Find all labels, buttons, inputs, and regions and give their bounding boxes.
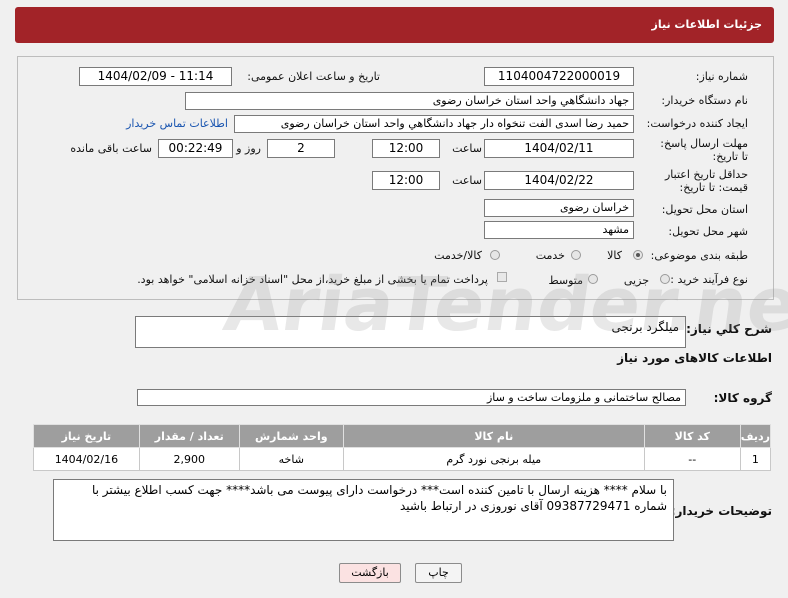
reply-date-field: 1404/02/11 bbox=[484, 139, 634, 158]
cell-qty: 2,900 bbox=[138, 447, 240, 471]
category-option-both: کالا/خدمت bbox=[434, 249, 482, 262]
announce-field: 1404/02/09 - 11:14 bbox=[79, 67, 232, 86]
cell-unit: شاخه bbox=[238, 447, 344, 471]
contact-info-link[interactable]: اطلاعات تماس خریدار bbox=[126, 117, 228, 130]
remaining-time-field: 00:22:49 bbox=[158, 139, 233, 158]
announce-label: تاریخ و ساعت اعلان عمومی: bbox=[247, 70, 380, 83]
goods-table: ردیف کد کالا نام کالا واحد شمارش تعداد /… bbox=[33, 424, 772, 471]
reply-time-field: 12:00 bbox=[372, 139, 440, 158]
col-code: کد کالا bbox=[643, 424, 741, 448]
category-radio-service[interactable] bbox=[571, 250, 581, 260]
need-number-field: 1104004722000019 bbox=[484, 67, 634, 86]
process-option-medium: متوسط bbox=[548, 274, 583, 287]
process-radio-medium[interactable] bbox=[588, 274, 598, 284]
price-date-field: 1404/02/22 bbox=[484, 171, 634, 190]
reply-deadline-label: مهلت ارسال پاسخ: تا تاریخ: bbox=[660, 137, 748, 163]
goods-group-field: مصالح ساختمانی و ملزومات ساخت و ساز bbox=[137, 389, 686, 406]
category-option-service: خدمت bbox=[535, 249, 565, 262]
price-time-field: 12:00 bbox=[372, 171, 440, 190]
price-time-label: ساعت bbox=[452, 174, 482, 187]
print-button[interactable]: چاپ bbox=[415, 563, 462, 583]
price-validity-label: حداقل تاریخ اعتبار قیمت: تا تاریخ: bbox=[664, 168, 748, 194]
col-row: ردیف bbox=[739, 424, 772, 448]
category-label: طبقه بندی موضوعی: bbox=[650, 249, 748, 262]
table-row: 1 -- میله برنجی نورد گرم شاخه 2,900 1404… bbox=[33, 447, 772, 471]
summary-label: شرح کلي نياز: bbox=[686, 322, 772, 336]
payment-note: پرداخت تمام یا بخشی از مبلغ خرید،از محل … bbox=[137, 273, 488, 286]
need-number-label: شماره نیاز: bbox=[695, 70, 748, 83]
buyer-org-field: جهاد دانشگاهي واحد استان خراسان رضوی bbox=[185, 92, 634, 110]
days-label: روز و bbox=[236, 142, 261, 155]
delivery-province-label: استان محل تحویل: bbox=[661, 203, 748, 216]
buyer-notes-label: توضیحات خریدار: bbox=[670, 504, 772, 518]
back-button[interactable]: بازگشت bbox=[339, 563, 401, 583]
col-qty: تعداد / مقدار bbox=[138, 424, 240, 448]
cell-name: میله برنجی نورد گرم bbox=[342, 447, 645, 471]
cell-row: 1 bbox=[739, 447, 772, 471]
cell-date: 1404/02/16 bbox=[33, 447, 140, 471]
requester-label: ایجاد کننده درخواست: bbox=[646, 117, 748, 130]
treasury-payment-checkbox[interactable] bbox=[497, 272, 507, 282]
page-header: جزئیات اطلاعات نیاز bbox=[15, 7, 774, 43]
delivery-city-field: مشهد bbox=[484, 221, 634, 239]
col-name: نام کالا bbox=[342, 424, 645, 448]
reply-time-label: ساعت bbox=[452, 142, 482, 155]
days-field: 2 bbox=[267, 139, 335, 158]
delivery-city-label: شهر محل تحویل: bbox=[668, 225, 748, 238]
cell-code: -- bbox=[643, 447, 741, 471]
summary-field: میلگرد برنجی bbox=[135, 316, 686, 348]
process-option-minor: جزیی bbox=[623, 274, 649, 287]
goods-group-label: گروه کالا: bbox=[713, 391, 772, 405]
buyer-notes-field: با سلام **** هزینه ارسال با تامین کننده … bbox=[53, 479, 674, 541]
col-date: تاریخ نیاز bbox=[33, 424, 140, 448]
buyer-org-label: نام دستگاه خریدار: bbox=[661, 94, 748, 107]
process-label: نوع فرآیند خرید : bbox=[670, 273, 748, 286]
remaining-label: ساعت باقی مانده bbox=[70, 142, 152, 155]
category-radio-both[interactable] bbox=[490, 250, 500, 260]
category-option-goods: کالا bbox=[607, 249, 622, 262]
requester-field: حمید رضا اسدی الفت تنخواه دار جهاد دانشگ… bbox=[234, 115, 634, 133]
col-unit: واحد شمارش bbox=[238, 424, 344, 448]
page-title: جزئیات اطلاعات نیاز bbox=[651, 18, 763, 31]
goods-section-title: اطلاعات کالاهای مورد نیاز bbox=[617, 351, 772, 365]
process-radio-minor[interactable] bbox=[660, 274, 670, 284]
category-radio-goods[interactable] bbox=[633, 250, 643, 260]
delivery-province-field: خراسان رضوی bbox=[484, 199, 634, 217]
